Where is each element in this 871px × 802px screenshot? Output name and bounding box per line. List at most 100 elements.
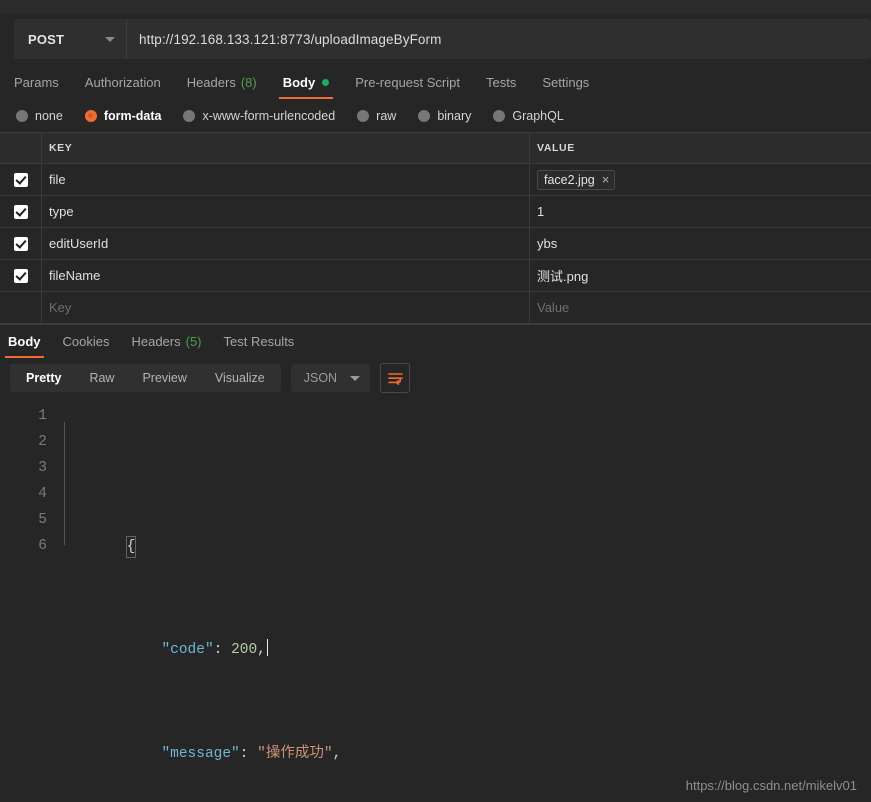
response-format-dropdown[interactable]: JSON (290, 364, 371, 392)
form-data-table: KEY VALUE file face2.jpg × type 1 editUs… (0, 132, 871, 324)
view-mode-raw[interactable]: Raw (75, 364, 128, 392)
request-url-bar-area: POST http://192.168.133.121:8773/uploadI… (0, 15, 871, 65)
request-url-input[interactable]: http://192.168.133.121:8773/uploadImageB… (127, 19, 871, 59)
body-type-binary-label: binary (437, 108, 472, 123)
row-checkbox-cell (0, 292, 42, 323)
body-type-none-label: none (35, 108, 63, 123)
postman-window: POST http://192.168.133.121:8773/uploadI… (0, 0, 871, 802)
json-comma: , (332, 746, 342, 762)
view-mode-pretty[interactable]: Pretty (12, 364, 75, 392)
bracket-match-rail (64, 422, 65, 545)
row-value-cell[interactable]: face2.jpg × (530, 164, 871, 195)
request-tabs: Params Authorization Headers (8) Body Pr… (0, 65, 871, 99)
close-icon[interactable]: × (602, 173, 610, 186)
tab-body-label: Body (282, 74, 316, 90)
line-number: 6 (38, 538, 47, 554)
response-tab-test-results-label: Test Results (223, 334, 295, 349)
header-value-cell: VALUE (530, 133, 871, 163)
body-type-binary[interactable]: binary (418, 109, 471, 123)
tab-pre-request-script[interactable]: Pre-request Script (355, 65, 460, 99)
radio-icon (357, 109, 370, 122)
file-chip-label: face2.jpg (544, 172, 595, 187)
tab-authorization[interactable]: Authorization (85, 65, 161, 99)
body-type-form-data-label: form-data (103, 108, 162, 123)
row-checkbox[interactable] (13, 268, 28, 283)
http-method-label: POST (28, 31, 65, 47)
body-type-graphql[interactable]: GraphQL (493, 109, 564, 123)
tab-body[interactable]: Body (278, 65, 333, 99)
view-mode-visualize[interactable]: Visualize (201, 364, 279, 392)
tab-authorization-label: Authorization (84, 74, 161, 90)
row-checkbox[interactable] (13, 204, 28, 219)
request-url-bar: POST http://192.168.133.121:8773/uploadI… (14, 19, 871, 59)
line-number: 4 (38, 486, 47, 502)
body-type-x-www-form-urlencoded[interactable]: x-www-form-urlencoded (183, 109, 335, 123)
table-empty-row: Key Value (0, 292, 871, 324)
tab-settings[interactable]: Settings (542, 65, 589, 99)
tab-headers-label: Headers (186, 74, 236, 90)
response-tab-cookies-label: Cookies (62, 334, 110, 349)
new-value-input[interactable]: Value (530, 292, 871, 323)
watermark-text: https://blog.csdn.net/mikelv01 (685, 778, 857, 793)
response-tab-test-results[interactable]: Test Results (224, 325, 295, 358)
json-key-message: "message" (161, 746, 240, 762)
tab-pre-request-script-label: Pre-request Script (355, 74, 460, 90)
response-format-label: JSON (303, 371, 338, 385)
json-colon: : (239, 746, 258, 762)
body-type-none[interactable]: none (16, 109, 63, 123)
row-value-input[interactable]: 1 (530, 196, 871, 227)
row-key-input[interactable]: type (42, 196, 530, 227)
row-value-input[interactable]: 测试.png (530, 260, 871, 291)
response-view-mode-group: Pretty Raw Preview Visualize (10, 364, 281, 392)
body-type-raw[interactable]: raw (357, 109, 396, 123)
view-mode-preview[interactable]: Preview (128, 364, 200, 392)
body-type-form-data[interactable]: form-data (84, 108, 162, 123)
json-comma: , (257, 642, 266, 658)
code-line-2: "code": 200, (57, 611, 871, 658)
text-cursor (266, 639, 268, 656)
row-key-input[interactable]: file (42, 164, 530, 195)
table-row: editUserId ybs (0, 228, 871, 260)
window-top-strip (0, 0, 871, 15)
line-number-gutter: 1 2 3 4 5 6 (0, 398, 57, 802)
response-tab-headers[interactable]: Headers (5) (131, 325, 201, 358)
radio-icon (493, 109, 506, 122)
word-wrap-toggle-button[interactable] (380, 363, 411, 393)
new-key-input[interactable]: Key (42, 292, 530, 323)
row-key-input[interactable]: editUserId (42, 228, 530, 259)
file-chip[interactable]: face2.jpg × (537, 169, 616, 190)
table-row: type 1 (0, 196, 871, 228)
response-tab-headers-count: (5) (185, 334, 202, 349)
radio-icon (183, 109, 196, 122)
tab-params[interactable]: Params (14, 65, 59, 99)
column-header-value: VALUE (537, 142, 575, 154)
json-value-code: 200 (231, 642, 258, 658)
response-body-viewer[interactable]: 1 2 3 4 5 6 { "code": 200, "message": "操… (0, 398, 871, 802)
body-present-dot-icon (322, 78, 330, 86)
http-method-dropdown[interactable]: POST (14, 19, 127, 59)
line-number: 3 (38, 460, 47, 476)
tab-headers[interactable]: Headers (8) (187, 65, 257, 99)
response-tab-body[interactable]: Body (5, 325, 43, 358)
row-checkbox[interactable] (13, 236, 28, 251)
row-checkbox[interactable] (13, 172, 28, 187)
response-json-code[interactable]: { "code": 200, "message": "操作成功", "data"… (57, 398, 871, 802)
table-header-row: KEY VALUE (0, 133, 871, 164)
row-checkbox-cell (0, 164, 42, 195)
table-row: file face2.jpg × (0, 164, 871, 196)
row-value-input[interactable]: ybs (530, 228, 871, 259)
json-value-message: "操作成功" (257, 746, 333, 762)
tab-headers-count: (8) (240, 74, 257, 90)
tab-tests[interactable]: Tests (486, 65, 516, 99)
code-line-1: { (57, 507, 871, 558)
row-key-input[interactable]: fileName (42, 260, 530, 291)
chevron-down-icon (350, 375, 361, 381)
line-number: 5 (38, 512, 47, 528)
row-checkbox-cell (0, 260, 42, 291)
response-tab-cookies[interactable]: Cookies (63, 325, 110, 358)
line-number: 1 (38, 408, 47, 424)
response-toolbar: Pretty Raw Preview Visualize JSON (0, 358, 871, 398)
response-tab-headers-label: Headers (131, 334, 181, 349)
